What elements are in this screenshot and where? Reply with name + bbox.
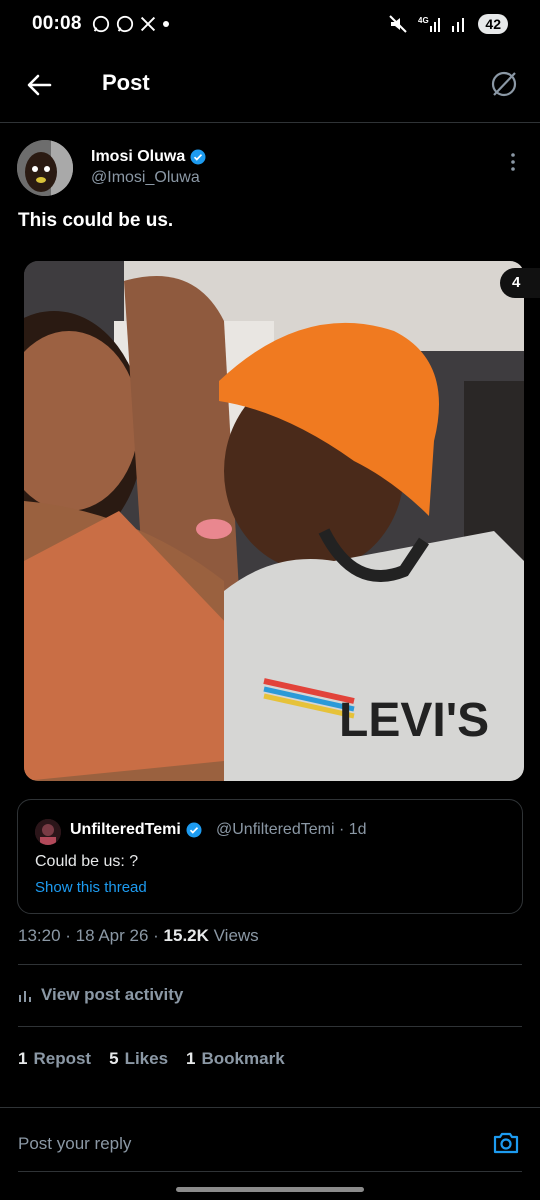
battery-indicator: 42 [478, 14, 508, 34]
show-thread-link[interactable]: Show this thread [35, 879, 147, 896]
view-post-activity-label: View post activity [41, 985, 184, 1004]
repost-count: 1 [18, 1049, 28, 1068]
post-timestamp: 13:20 · 18 Apr 26 · [18, 926, 164, 945]
signal-4g-icon: 4G [418, 16, 441, 32]
repost-label: Repost [33, 1049, 92, 1068]
post-image[interactable]: LEVI'S [24, 261, 524, 781]
views-label: Views [208, 926, 259, 945]
post-image-illustration: LEVI'S [24, 261, 524, 781]
author-avatar[interactable] [17, 140, 73, 196]
grok-icon[interactable] [488, 68, 520, 100]
page-title: Post [102, 70, 150, 95]
more-options-icon[interactable] [510, 152, 516, 172]
header-divider [0, 122, 540, 123]
post-metadata: 13:20 · 18 Apr 26 · 15.2K Views [18, 926, 259, 946]
bookmark-label: Bookmark [201, 1049, 285, 1068]
status-bar: 00:08 4G 42 [0, 0, 540, 48]
status-time: 00:08 [32, 13, 82, 34]
analytics-icon [19, 991, 31, 1002]
whatsapp-icon [92, 15, 109, 33]
dot-icon [162, 21, 169, 27]
view-post-activity-button[interactable]: View post activity [18, 985, 183, 1005]
likes-count: 5 [109, 1049, 119, 1068]
bookmark-stat[interactable]: 1 Bookmark [186, 1049, 285, 1069]
likes-stat[interactable]: 5 Likes [109, 1049, 168, 1069]
media-count-badge: 4 [500, 268, 540, 298]
quoted-author-name-text: UnfilteredTemi [70, 821, 181, 838]
meta-divider [18, 964, 522, 965]
author-name-text: Imosi Oluwa [91, 148, 186, 165]
signal-icon [452, 18, 465, 32]
quoted-post-text: Could be us: ? [35, 853, 139, 870]
engagement-stats: 1 Repost 5 Likes 1 Bookmark [18, 1049, 285, 1069]
shirt-logo-text: LEVI'S [339, 694, 489, 747]
verified-badge-icon [186, 822, 202, 838]
notification-icons [92, 15, 170, 33]
reply-divider [18, 1171, 522, 1172]
views-count: 15.2K [163, 926, 209, 945]
mute-icon [389, 15, 408, 33]
activity-divider [18, 1026, 522, 1027]
home-indicator[interactable] [176, 1187, 364, 1192]
quoted-author-meta: @UnfilteredTemi · 1d [216, 821, 367, 838]
likes-label: Likes [124, 1049, 169, 1068]
verified-badge-icon [190, 149, 206, 165]
camera-icon[interactable] [492, 1130, 520, 1156]
reply-input[interactable]: Post your reply [18, 1134, 131, 1154]
repost-stat[interactable]: 1 Repost [18, 1049, 91, 1069]
quoted-author-avatar [35, 819, 61, 845]
quoted-post[interactable]: UnfilteredTemi @UnfilteredTemi · 1d Coul… [17, 799, 523, 914]
top-bar: Post [0, 56, 540, 114]
author-name[interactable]: Imosi Oluwa [91, 148, 206, 166]
back-arrow-icon[interactable] [24, 70, 54, 100]
post-text: This could be us. [18, 210, 174, 231]
engagement-divider [0, 1107, 540, 1108]
author-handle[interactable]: @Imosi_Oluwa [91, 169, 200, 187]
whatsapp-business-icon [116, 15, 133, 33]
bookmark-count: 1 [186, 1049, 196, 1068]
quoted-author-name: UnfilteredTemi [70, 821, 202, 839]
svg-text:4G: 4G [418, 16, 429, 25]
x-logo-icon [140, 16, 155, 32]
